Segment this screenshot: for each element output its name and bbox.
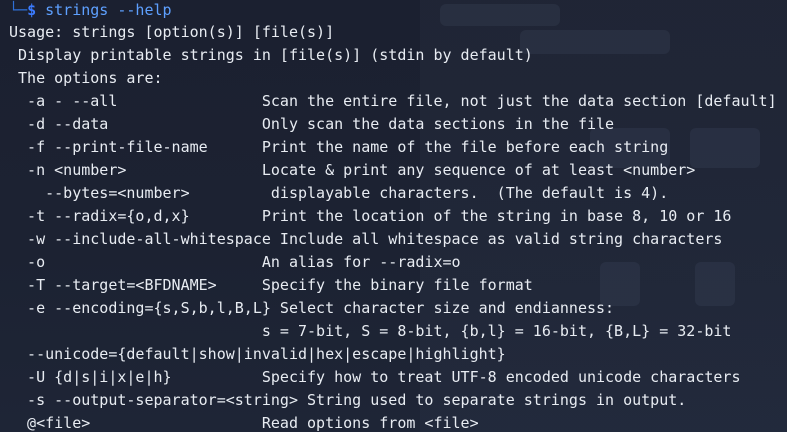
help-line: @<file> Read options from <file> xyxy=(9,414,479,432)
help-line: -e --encoding={s,S,b,l,B,L} Select chara… xyxy=(9,299,615,317)
terminal-window[interactable]: └─$ strings --help Usage: strings [optio… xyxy=(0,0,787,432)
prompt-corner: └─ xyxy=(9,1,28,19)
help-line: -s --output-separator=<string> String us… xyxy=(9,391,687,409)
help-line: -a - --all Scan the entire file, not jus… xyxy=(9,92,777,110)
help-line: -T --target=<BFDNAME> Specify the binary… xyxy=(9,276,533,294)
help-line: --unicode={default|show|invalid|hex|esca… xyxy=(9,345,506,363)
help-line: Display printable strings in [file(s)] (… xyxy=(9,46,533,64)
help-line: -U {d|s|i|x|e|h} Specify how to treat UT… xyxy=(9,368,741,386)
help-line: -o An alias for --radix=o xyxy=(9,253,461,271)
help-line: The options are: xyxy=(9,69,163,87)
help-line: --bytes=<number> displayable characters.… xyxy=(9,184,669,202)
terminal-output: └─$ strings --help Usage: strings [optio… xyxy=(0,0,787,432)
prompt-symbol: $ xyxy=(27,1,37,19)
help-line: -f --print-file-name Print the name of t… xyxy=(9,138,669,156)
help-line: -t --radix={o,d,x} Print the location of… xyxy=(9,207,732,225)
help-line: -n <number> Locate & print any sequence … xyxy=(9,161,696,179)
help-line: s = 7-bit, S = 8-bit, {b,l} = 16-bit, {B… xyxy=(9,322,732,340)
help-line: Usage: strings [option(s)] [file(s)] xyxy=(9,23,335,41)
prompt-command: strings --help xyxy=(36,1,172,19)
prompt-line: └─$ strings --help xyxy=(9,0,172,20)
help-line: -w --include-all-whitespace Include all … xyxy=(9,230,723,248)
help-line: -d --data Only scan the data sections in… xyxy=(9,115,615,133)
